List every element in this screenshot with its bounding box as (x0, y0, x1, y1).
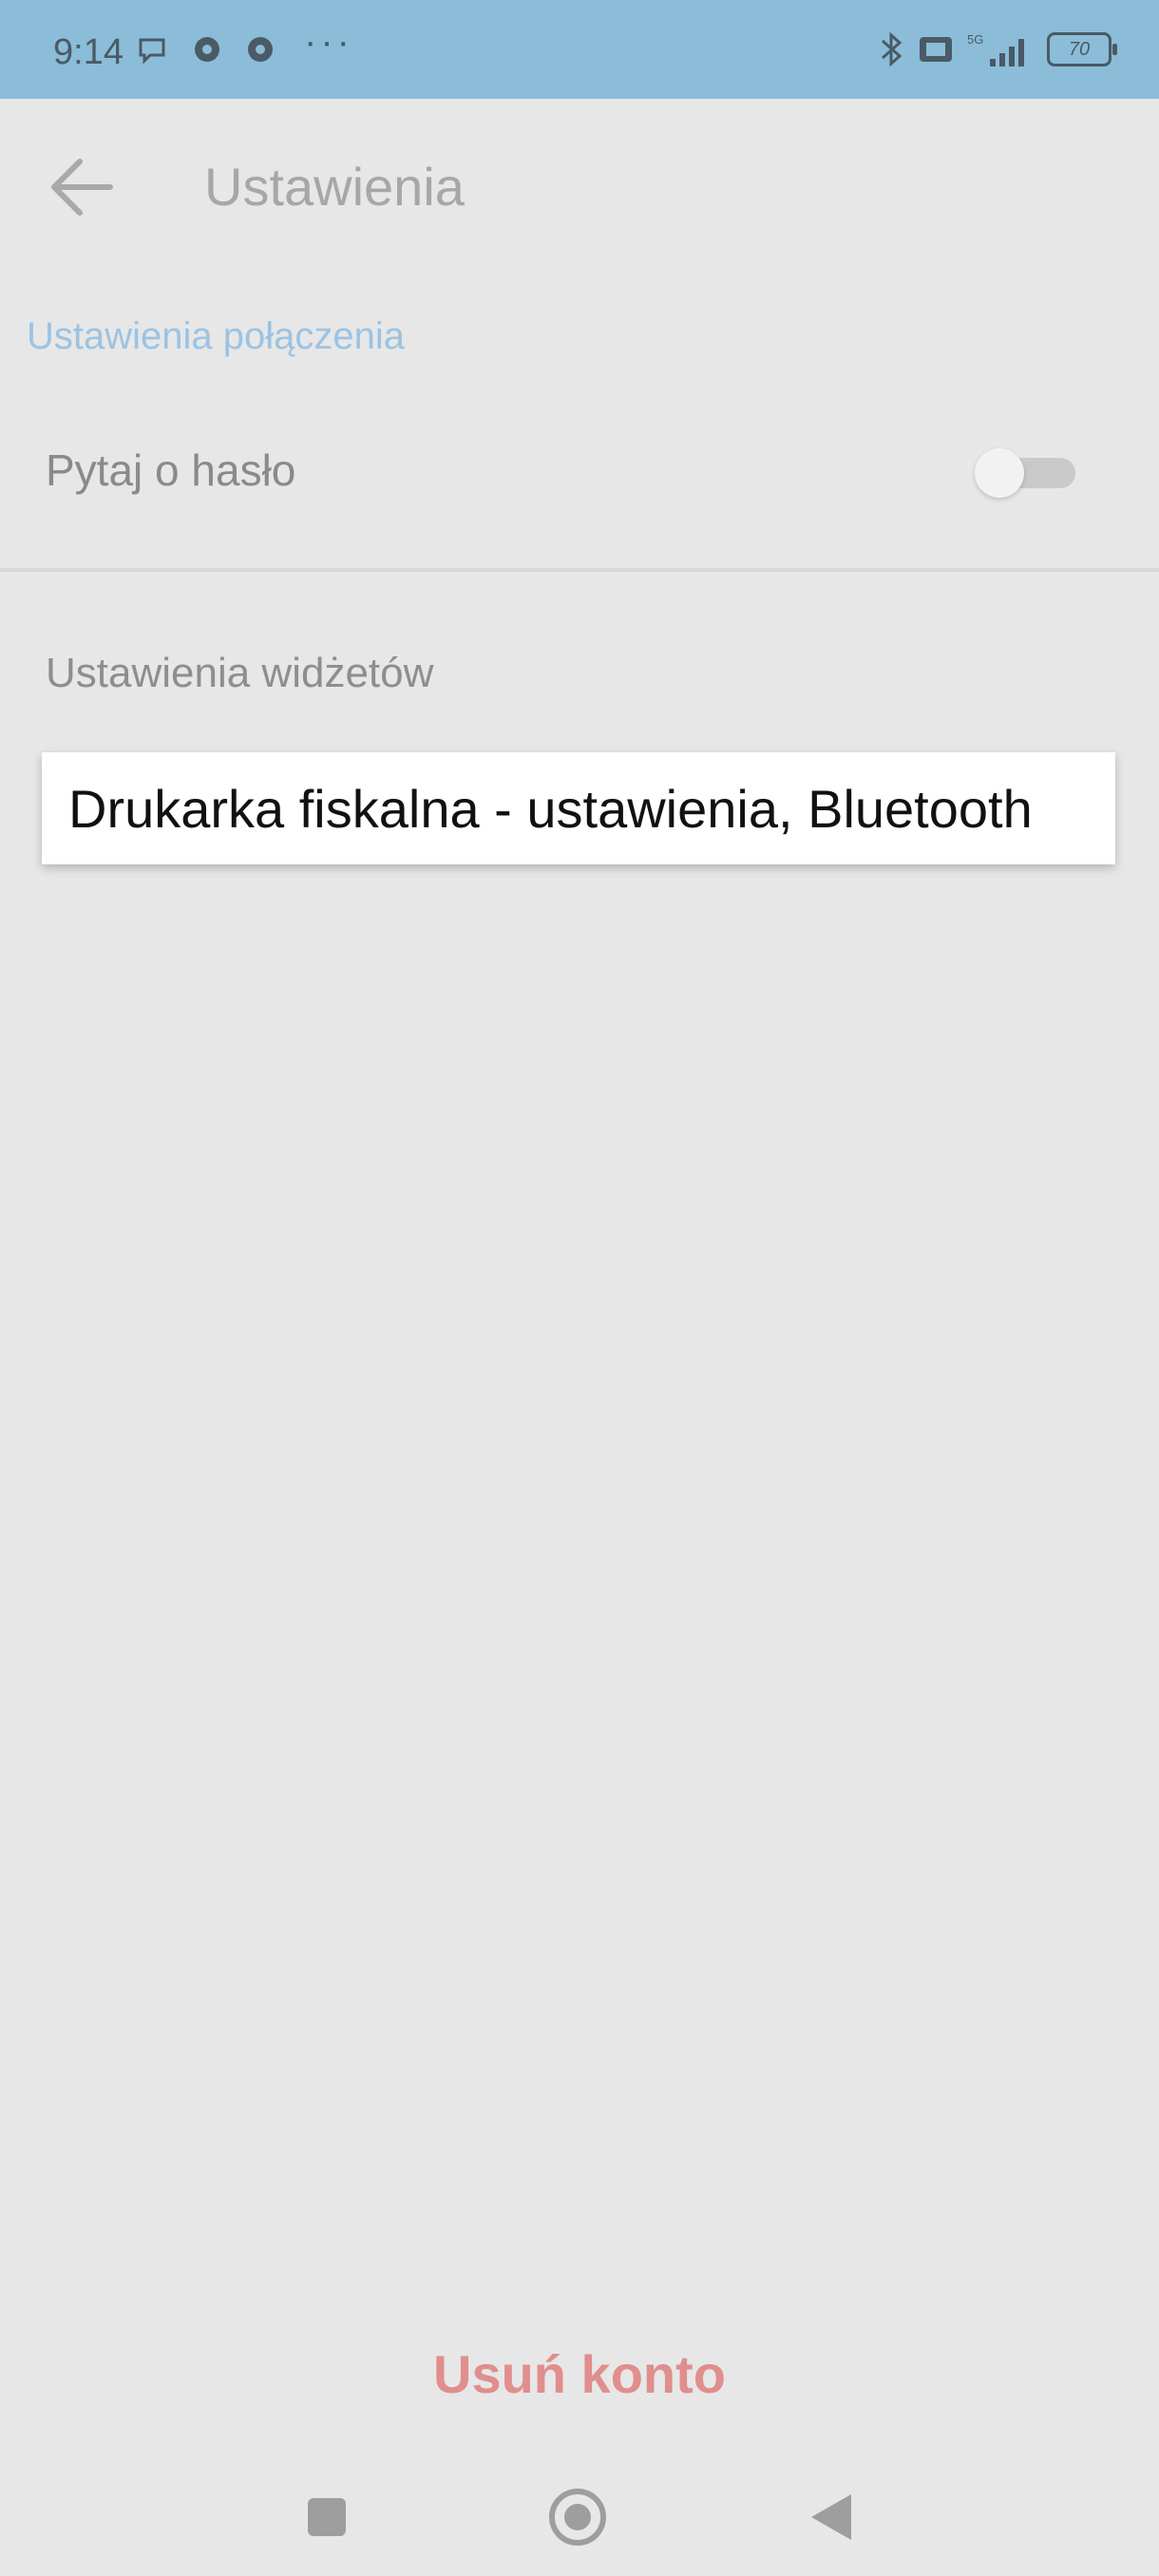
app-notification-icon (195, 37, 219, 62)
nfc-icon (920, 37, 952, 62)
battery-indicator: 70 (1047, 32, 1117, 66)
section-header-connection: Ustawienia połączenia (27, 315, 406, 357)
navigation-bar (0, 2451, 1159, 2576)
page-title: Ustawienia (204, 157, 465, 217)
svg-text:5G: 5G (967, 32, 983, 47)
tooltip: Drukarka fiskalna - ustawienia, Bluetoot… (42, 752, 1115, 864)
divider (0, 568, 1159, 572)
ask-password-switch[interactable] (975, 446, 1079, 498)
switch-thumb (975, 448, 1024, 498)
home-circle-icon[interactable] (540, 2479, 616, 2555)
more-dots-icon: ··· (304, 21, 353, 63)
bluetooth-icon (882, 31, 902, 67)
ask-password-label: Pytaj o hasło (46, 445, 296, 495)
delete-account-button[interactable]: Usuń konto (390, 2329, 770, 2420)
app-bar: Ustawienia (0, 99, 1159, 260)
back-triangle-icon[interactable] (794, 2479, 870, 2555)
app-notification-icon (248, 37, 273, 62)
status-time: 9:14 (53, 32, 124, 72)
tooltip-text: Drukarka fiskalna - ustawienia, Bluetoot… (68, 779, 1033, 839)
status-icons: 5G 70 (880, 28, 1117, 70)
5g-signal-icon: 5G (967, 32, 1024, 66)
arrow-left-icon[interactable] (38, 144, 124, 230)
recents-square-icon[interactable] (289, 2479, 365, 2555)
ask-password-row[interactable]: Pytaj o hasło (0, 408, 1159, 532)
status-bar: 9:14 ··· 5G 70 (0, 0, 1159, 99)
chat-bubble-icon (139, 38, 165, 65)
widget-settings-item[interactable]: Ustawienia widżetów (46, 650, 433, 697)
